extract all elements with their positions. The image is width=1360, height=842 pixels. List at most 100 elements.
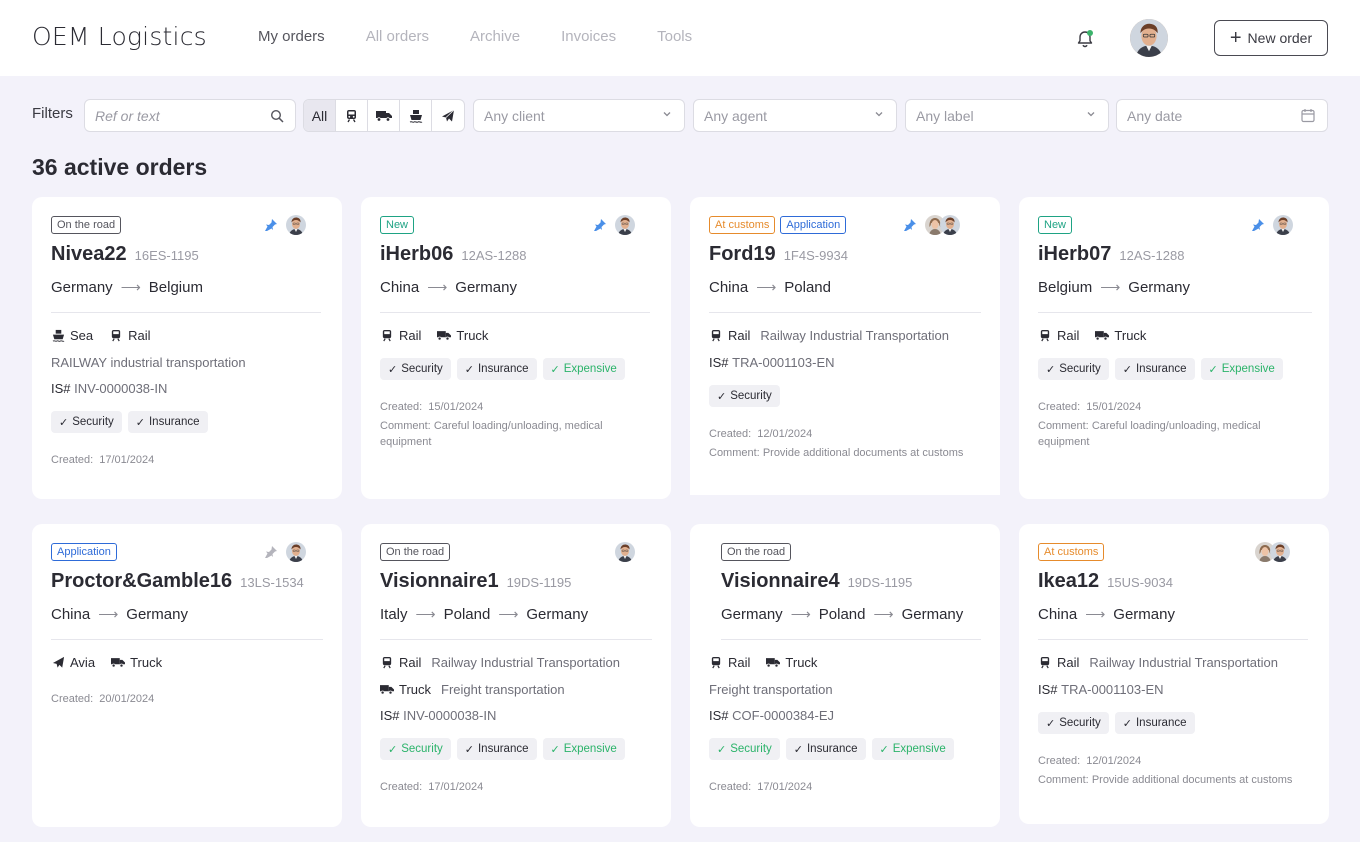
is-label: IS# [1038, 682, 1058, 697]
order-card[interactable]: On the road Visionnaire1 19DS-1195 Italy ⟶… [361, 524, 671, 827]
plane-icon [51, 656, 65, 670]
label-select[interactable]: Any label [905, 99, 1109, 132]
pin-icon[interactable] [593, 218, 607, 232]
is-number: IS# COF-0000384-EJ [709, 708, 834, 723]
created-date: Created: 12/01/2024 [1038, 755, 1142, 767]
transport-mode: Rail [399, 655, 422, 670]
agent-select[interactable]: Any agent [693, 99, 897, 132]
transport-description: RAILWAY industrial transportation [51, 355, 246, 370]
route: Italy ⟶ Poland ⟶ Germany [380, 606, 588, 623]
check-icon: ✓ [1046, 363, 1056, 376]
divider [1038, 639, 1308, 640]
nav-archive[interactable]: Archive [470, 28, 520, 45]
check-icon: ✓ [1046, 717, 1056, 730]
arrow-right-icon: ⟶ [1085, 606, 1106, 622]
order-ref: 1F4S-9934 [783, 248, 849, 263]
check-icon: ✓ [1122, 363, 1132, 376]
arrow-right-icon: ⟶ [790, 606, 811, 622]
route-stop: Poland [443, 606, 491, 623]
chevron-down-icon [875, 112, 883, 117]
pin-icon[interactable] [264, 218, 278, 232]
order-card[interactable]: At customs Application Ford19 1F4S-9934 C… [690, 197, 1000, 495]
transport-mode: Truck [456, 328, 489, 343]
divider [380, 312, 650, 313]
train-icon [709, 656, 723, 670]
is-label: IS# [51, 381, 71, 396]
mode-all[interactable]: All [304, 100, 336, 131]
check-icon: ✓ [388, 743, 398, 756]
is-label: IS# [709, 355, 729, 370]
status-badge: Application [780, 216, 847, 234]
order-card[interactable]: Application Proctor&Gamble16 13LS-1534 Ch… [32, 524, 342, 827]
transport-row: Rail Truck [709, 655, 817, 670]
route-destination: Germany [126, 606, 188, 623]
order-card[interactable]: At customs Ikea12 15US-9034 China ⟶ Germany… [1019, 524, 1329, 824]
is-value: TRA-0001103-EN [1061, 682, 1164, 697]
created-date: Created: 17/01/2024 [709, 781, 813, 793]
transport-row: Rail Railway Industrial Transportation [1038, 655, 1278, 670]
label-select-value: Any label [916, 107, 974, 124]
status-badge: New [380, 216, 415, 234]
nav-my-orders[interactable]: My orders [258, 28, 325, 45]
new-order-button[interactable]: + New order [1214, 20, 1328, 56]
order-comment: Comment: Provide additional documents at… [709, 447, 964, 459]
check-icon: ✓ [879, 743, 889, 756]
date-picker[interactable]: Any date [1116, 99, 1328, 132]
order-name: Nivea22 [51, 243, 127, 265]
is-value: INV-0000038-IN [403, 708, 497, 723]
mode-rail[interactable] [336, 100, 368, 131]
tag-security: ✓ Security [1038, 358, 1109, 380]
nav-invoices[interactable]: Invoices [561, 28, 616, 45]
order-card[interactable]: New iHerb06 12AS-1288 China ⟶ Germany Rail … [361, 197, 671, 499]
order-card[interactable]: New iHerb07 12AS-1288 Belgium ⟶ Germany Rai… [1019, 197, 1329, 499]
agent-avatar [615, 542, 635, 562]
mode-sea[interactable] [400, 100, 432, 131]
order-ref: 19DS-1195 [506, 575, 572, 590]
tag-expensive: ✓ Expensive [871, 738, 954, 760]
route-origin: China [709, 279, 749, 296]
divider [51, 639, 323, 640]
pin-icon[interactable] [903, 218, 917, 232]
check-icon: ✓ [550, 363, 560, 376]
is-label: IS# [380, 708, 400, 723]
route-origin: Belgium [1038, 279, 1093, 296]
route-destination: Germany [1128, 279, 1190, 296]
nav-all-orders[interactable]: All orders [366, 28, 429, 45]
check-icon: ✓ [1122, 717, 1132, 730]
mode-avia[interactable] [432, 100, 464, 131]
is-value: TRA-0001103-EN [732, 355, 835, 370]
is-label: IS# [709, 708, 729, 723]
created-date: Created: 12/01/2024 [709, 428, 813, 440]
mode-truck[interactable] [368, 100, 400, 131]
route-destination: Germany [1113, 606, 1175, 623]
created-date: Created: 17/01/2024 [380, 781, 484, 793]
date-picker-value: Any date [1127, 107, 1183, 124]
pin-icon[interactable] [1251, 218, 1265, 232]
check-icon: ✓ [550, 743, 560, 756]
order-ref: 16ES-1195 [134, 248, 199, 263]
order-comment: Comment: Provide additional documents at… [1038, 774, 1293, 786]
train-icon [380, 329, 394, 343]
client-select[interactable]: Any client [473, 99, 685, 132]
transport-description: Railway Industrial Transportation [1089, 655, 1278, 670]
check-icon: ✓ [717, 390, 727, 403]
status-badge: Application [51, 543, 117, 561]
nav-tools[interactable]: Tools [657, 28, 692, 45]
pin-icon[interactable] [264, 545, 278, 559]
is-number: IS# INV-0000038-IN [51, 381, 167, 396]
user-avatar[interactable] [1130, 19, 1168, 57]
tag-security: ✓ Security [380, 358, 451, 380]
created-date: Created: 15/01/2024 [1038, 401, 1142, 413]
order-card[interactable]: On the road Nivea22 16ES-1195 Germany ⟶ Bel… [32, 197, 342, 499]
order-name: Ikea12 [1038, 570, 1100, 592]
arrow-right-icon: ⟶ [498, 606, 519, 622]
order-card[interactable]: On the road Visionnaire4 19DS-1195 German… [690, 524, 1000, 827]
created-date: Created: 15/01/2024 [380, 401, 484, 413]
transport-mode: Sea [70, 328, 94, 343]
check-icon: ✓ [59, 416, 69, 429]
client-select-value: Any client [484, 107, 545, 124]
search-input[interactable]: Ref or text [84, 99, 296, 132]
route: China ⟶ Poland [709, 279, 831, 296]
page-title: 36 active orders [32, 154, 208, 180]
chevron-down-icon [663, 112, 671, 117]
